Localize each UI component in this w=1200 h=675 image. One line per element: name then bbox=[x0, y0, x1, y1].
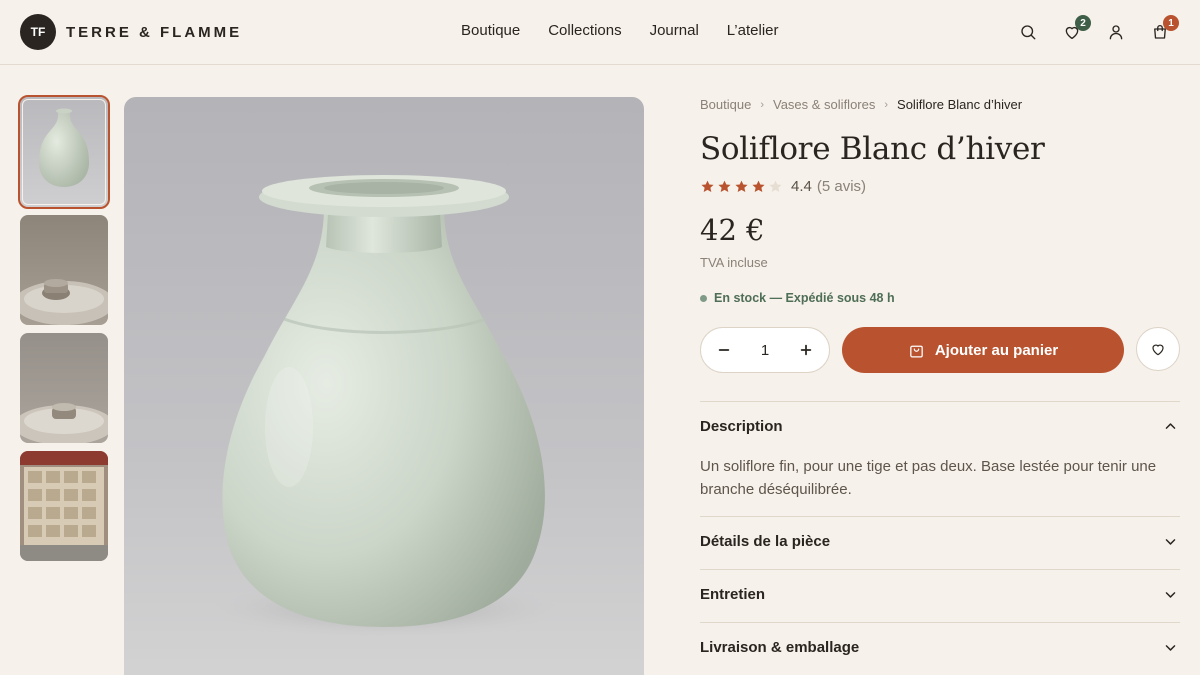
divider bbox=[700, 516, 1180, 517]
divider bbox=[700, 569, 1180, 570]
cart-bag-icon[interactable]: 1 bbox=[1148, 15, 1179, 44]
rating-value: 4.4 bbox=[791, 178, 812, 195]
product-title: Soliflore Blanc d’hiver bbox=[700, 131, 1045, 167]
accordion-description-header[interactable]: Description bbox=[700, 418, 1180, 435]
accordion-title: Description bbox=[700, 418, 783, 435]
chevron-right-icon: › bbox=[884, 98, 889, 111]
quantity-value[interactable]: 1 bbox=[761, 342, 769, 359]
divider bbox=[700, 401, 1180, 402]
shelves-thumbnail-image bbox=[20, 451, 108, 561]
accordion-details-header[interactable]: Détails de la pièce bbox=[700, 533, 1180, 550]
accordion-shipping-header[interactable]: Livraison & emballage bbox=[700, 639, 1180, 656]
breadcrumb-link-vases[interactable]: Vases & soliflores bbox=[773, 97, 875, 112]
increase-quantity-button[interactable] bbox=[797, 341, 815, 359]
star-filled-icon bbox=[752, 180, 765, 192]
chevron-down-icon bbox=[1165, 645, 1176, 651]
review-count[interactable]: (5 avis) bbox=[817, 178, 866, 195]
nav-link-atelier[interactable]: L’atelier bbox=[727, 22, 779, 39]
gallery-thumbnail-vase-on-wheel[interactable] bbox=[20, 215, 108, 325]
brand-logo[interactable]: TF TERRE & FLAMME bbox=[20, 14, 242, 50]
heart-icon bbox=[1152, 344, 1164, 356]
star-filled-icon bbox=[735, 180, 748, 192]
vase-main-image bbox=[124, 97, 644, 675]
wheel-small-thumbnail-image bbox=[20, 333, 108, 443]
cart-count-badge: 1 bbox=[1163, 15, 1179, 31]
star-empty-icon bbox=[769, 180, 782, 192]
main-nav: Boutique Collections Journal L’atelier bbox=[461, 22, 779, 39]
stock-dot-icon bbox=[700, 294, 707, 302]
tax-note: TVA incluse bbox=[700, 255, 768, 270]
breadcrumb: Boutique › Vases & soliflores › Soliflor… bbox=[700, 97, 1022, 112]
wheel-thumbnail-image bbox=[20, 215, 108, 325]
add-to-cart-button[interactable]: Ajouter au panier bbox=[842, 327, 1124, 373]
stock-status: En stock — Expédié sous 48 h bbox=[700, 291, 895, 305]
wishlist-count-badge: 2 bbox=[1075, 15, 1091, 31]
accordion-title: Livraison & emballage bbox=[700, 639, 860, 656]
brand-name: TERRE & FLAMME bbox=[66, 23, 243, 41]
add-to-cart-label: Ajouter au panier bbox=[934, 341, 1059, 359]
plus-icon bbox=[800, 344, 812, 356]
logo-mark: TF bbox=[20, 14, 56, 50]
rating-stars bbox=[700, 179, 785, 194]
account-icon[interactable] bbox=[1104, 20, 1128, 44]
accordion-title: Détails de la pièce bbox=[700, 533, 831, 550]
site-header: TF TERRE & FLAMME Boutique Collections J… bbox=[0, 0, 1200, 65]
gallery-thumbnail-studio-shelves[interactable] bbox=[20, 451, 108, 561]
search-icon[interactable] bbox=[1016, 20, 1040, 44]
stock-text: En stock — Expédié sous 48 h bbox=[714, 291, 895, 305]
star-filled-icon bbox=[701, 180, 714, 192]
description-text: Un soliflore fin, pour une tige et pas d… bbox=[700, 458, 1157, 498]
divider bbox=[700, 622, 1180, 623]
chevron-right-icon: › bbox=[760, 98, 764, 111]
accordion-care-header[interactable]: Entretien bbox=[700, 586, 1180, 603]
nav-link-collections[interactable]: Collections bbox=[548, 22, 621, 39]
accordion-title: Entretien bbox=[700, 586, 766, 603]
chevron-down-icon bbox=[1165, 539, 1176, 545]
decrease-quantity-button[interactable] bbox=[715, 341, 733, 359]
nav-link-boutique[interactable]: Boutique bbox=[461, 22, 520, 39]
vase-thumbnail-image bbox=[20, 97, 108, 207]
chevron-up-icon bbox=[1165, 423, 1176, 429]
star-filled-icon bbox=[718, 180, 731, 192]
gallery-thumbnail-vase-on-wheel-small[interactable] bbox=[20, 333, 108, 443]
breadcrumb-current: Soliflore Blanc d’hiver bbox=[897, 97, 1023, 112]
chevron-down-icon bbox=[1165, 592, 1176, 598]
product-rating[interactable]: 4.4 (5 avis) bbox=[700, 178, 866, 195]
wishlist-heart-icon[interactable]: 2 bbox=[1060, 15, 1091, 44]
minus-icon bbox=[718, 349, 730, 351]
product-price: 42 € bbox=[700, 213, 765, 247]
shopping-bag-icon bbox=[910, 345, 923, 358]
add-to-wishlist-button[interactable] bbox=[1136, 327, 1180, 371]
quantity-stepper: 1 bbox=[700, 327, 830, 373]
gallery-thumbnail-vase-front[interactable] bbox=[18, 95, 110, 209]
main-product-photo[interactable] bbox=[124, 97, 644, 675]
nav-link-journal[interactable]: Journal bbox=[650, 22, 699, 39]
breadcrumb-link-boutique[interactable]: Boutique bbox=[700, 97, 751, 112]
